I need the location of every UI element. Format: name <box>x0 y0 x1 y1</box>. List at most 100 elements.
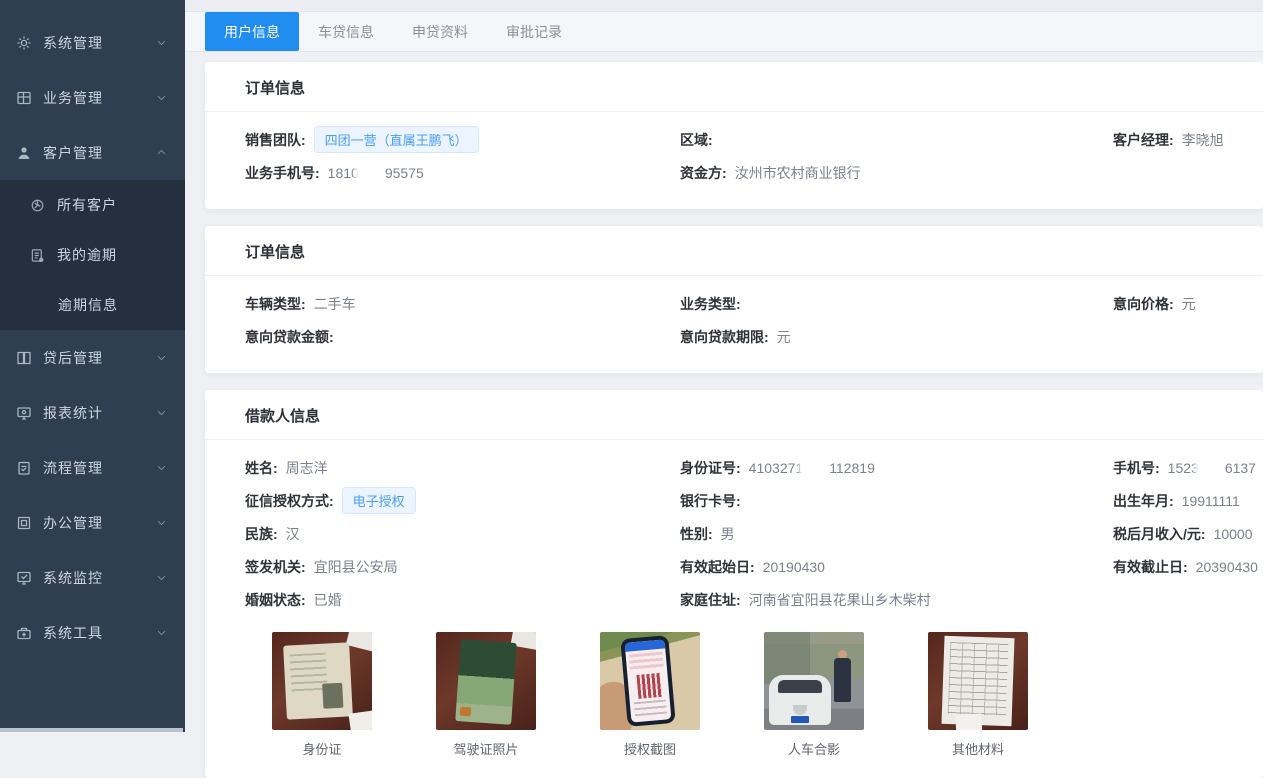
field-row: 姓名: 周志洋 身份证号: 4103271112819 手机号: 1523613… <box>205 451 1263 484</box>
intent-loan-term-value: 元 <box>777 327 791 347</box>
sidebar-item-customer-management[interactable]: 客户管理 <box>0 125 185 180</box>
field-row: 征信授权方式: 电子授权 银行卡号: 出生年月: 19911111 <box>205 484 1263 517</box>
business-phone-value: 181095575 <box>328 165 424 181</box>
valid-to-value: 20390430 <box>1196 559 1258 575</box>
sidebar-item-business-management[interactable]: 业务管理 <box>0 70 185 125</box>
sidebar-item-system-management[interactable]: 系统管理 <box>0 15 185 70</box>
photo-caption: 人车合影 <box>764 739 864 758</box>
sidebar-item-label: 客户管理 <box>43 143 156 163</box>
redaction-mask <box>802 460 830 475</box>
loan-intent-card: 订单信息 车辆类型: 二手车 业务类型: 意向价格: 元 <box>205 226 1263 373</box>
field-row: 婚姻状态: 已婚 家庭住址: 河南省宜阳县花果山乡木柴村 <box>205 583 1263 616</box>
income-value: 10000 <box>1214 526 1253 542</box>
sidebar-item-label: 所有客户 <box>57 195 117 215</box>
top-strip <box>185 0 1263 12</box>
business-phone-label: 业务手机号: <box>245 163 320 183</box>
sidebar-item-process-management[interactable]: 流程管理 <box>0 440 185 495</box>
gender-label: 性别: <box>680 524 713 544</box>
tab-loan-application-materials[interactable]: 申贷资料 <box>393 12 487 51</box>
bank-card-label: 银行卡号: <box>680 491 741 511</box>
home-address-label: 家庭住址: <box>680 590 741 610</box>
sidebar-item-postloan-management[interactable]: 贷后管理 <box>0 330 185 385</box>
region-label: 区域: <box>680 130 713 150</box>
tab-approval-records[interactable]: 审批记录 <box>487 12 581 51</box>
sidebar-item-system-tools[interactable]: 系统工具 <box>0 605 185 660</box>
ethnicity-label: 民族: <box>245 524 278 544</box>
borrower-photo-list: 身份证 驾驶证照片 <box>272 632 1263 758</box>
chevron-down-icon <box>156 92 167 103</box>
chevron-down-icon <box>156 517 167 528</box>
field-row: 车辆类型: 二手车 业务类型: 意向价格: 元 <box>205 287 1263 320</box>
tab-user-info[interactable]: 用户信息 <box>205 12 299 51</box>
order-info-card: 订单信息 销售团队: 四团一营（直属王鹏飞） 区域: 客户经理: 李晓旭 <box>205 62 1263 209</box>
vehicle-type-label: 车辆类型: <box>245 294 306 314</box>
toolbox-icon <box>16 625 32 641</box>
square-icon <box>16 515 32 531</box>
intent-price-value: 元 <box>1182 294 1196 314</box>
sidebar-item-office-management[interactable]: 办公管理 <box>0 495 185 550</box>
sidebar-bottom-scrollbar[interactable] <box>0 728 183 732</box>
photo-item: 授权截图 <box>600 632 700 758</box>
book-icon <box>16 350 32 366</box>
ethnicity-value: 汉 <box>286 524 300 544</box>
photo-caption: 授权截图 <box>600 739 700 758</box>
person-car-photo-thumbnail[interactable] <box>764 632 864 730</box>
detail-tabs: 用户信息 车贷信息 申贷资料 审批记录 <box>185 12 1263 52</box>
tab-car-loan-info[interactable]: 车贷信息 <box>299 12 393 51</box>
sidebar-item-label: 系统管理 <box>43 33 156 53</box>
sidebar-item-my-overdue[interactable]: 我的逾期 <box>0 230 185 280</box>
valid-from-label: 有效起始日: <box>680 557 755 577</box>
sales-team-tag[interactable]: 四团一营（直属王鹏飞） <box>314 126 479 153</box>
funder-label: 资金方: <box>680 163 727 183</box>
sidebar-item-all-customers[interactable]: 所有客户 <box>0 180 185 230</box>
id-number-label: 身份证号: <box>680 458 741 478</box>
name-label: 姓名: <box>245 458 278 478</box>
income-label: 税后月收入/元: <box>1113 524 1206 544</box>
vehicle-type-value: 二手车 <box>314 294 356 314</box>
intent-loan-term-label: 意向贷款期限: <box>680 327 769 347</box>
sidebar-item-label: 逾期信息 <box>58 295 118 315</box>
customer-manager-label: 客户经理: <box>1113 130 1174 150</box>
intent-loan-amount-label: 意向贷款金额: <box>245 327 334 347</box>
sidebar-item-overdue-info[interactable]: 逾期信息 <box>0 280 185 330</box>
id-number-value: 4103271112819 <box>749 460 875 476</box>
sidebar-item-label: 流程管理 <box>43 458 156 478</box>
sidebar-item-system-monitoring[interactable]: 系统监控 <box>0 550 185 605</box>
marital-status-value: 已婚 <box>314 590 342 610</box>
photo-item: 驾驶证照片 <box>436 632 536 758</box>
photo-item: 身份证 <box>272 632 372 758</box>
sidebar-item-label: 我的逾期 <box>57 245 117 265</box>
sidebar-item-label: 办公管理 <box>43 513 156 533</box>
intent-price-label: 意向价格: <box>1113 294 1174 314</box>
name-value: 周志洋 <box>286 458 328 478</box>
business-type-label: 业务类型: <box>680 294 741 314</box>
badge-icon <box>30 198 45 213</box>
clipboard-icon <box>16 460 32 476</box>
license-photo-thumbnail[interactable] <box>436 632 536 730</box>
auth-screenshot-thumbnail[interactable] <box>600 632 700 730</box>
home-address-value: 河南省宜阳县花果山乡木柴村 <box>749 590 931 610</box>
id-card-photo-thumbnail[interactable] <box>272 632 372 730</box>
sidebar-item-label: 业务管理 <box>43 88 156 108</box>
photo-caption: 其他材料 <box>928 739 1028 758</box>
card-title: 订单信息 <box>205 62 1263 112</box>
photo-item: 人车合影 <box>764 632 864 758</box>
chevron-down-icon <box>156 572 167 583</box>
main-content: 用户信息 车贷信息 申贷资料 审批记录 订单信息 销售团队: 四团一营（直属王鹏… <box>185 0 1263 732</box>
chevron-up-icon <box>156 147 167 158</box>
credit-auth-tag[interactable]: 电子授权 <box>342 487 416 514</box>
sidebar-item-report-statistics[interactable]: 报表统计 <box>0 385 185 440</box>
monitor-icon <box>16 405 32 421</box>
field-row: 销售团队: 四团一营（直属王鹏飞） 区域: 客户经理: 李晓旭 <box>205 123 1263 156</box>
mobile-value: 15236137 <box>1168 460 1256 476</box>
field-row: 民族: 汉 性别: 男 税后月收入/元: 10000 <box>205 517 1263 550</box>
sidebar: 系统管理 业务管理 客户管理 所有客户 我的逾期 逾期信息 <box>0 0 185 732</box>
gender-value: 男 <box>721 524 735 544</box>
chevron-down-icon <box>156 462 167 473</box>
customer-management-submenu: 所有客户 我的逾期 逾期信息 <box>0 180 185 330</box>
valid-to-label: 有效截止日: <box>1113 557 1188 577</box>
photo-item: 其他材料 <box>928 632 1028 758</box>
other-material-photo-thumbnail[interactable] <box>928 632 1028 730</box>
chevron-down-icon <box>156 627 167 638</box>
field-row: 意向贷款金额: 意向贷款期限: 元 <box>205 320 1263 353</box>
